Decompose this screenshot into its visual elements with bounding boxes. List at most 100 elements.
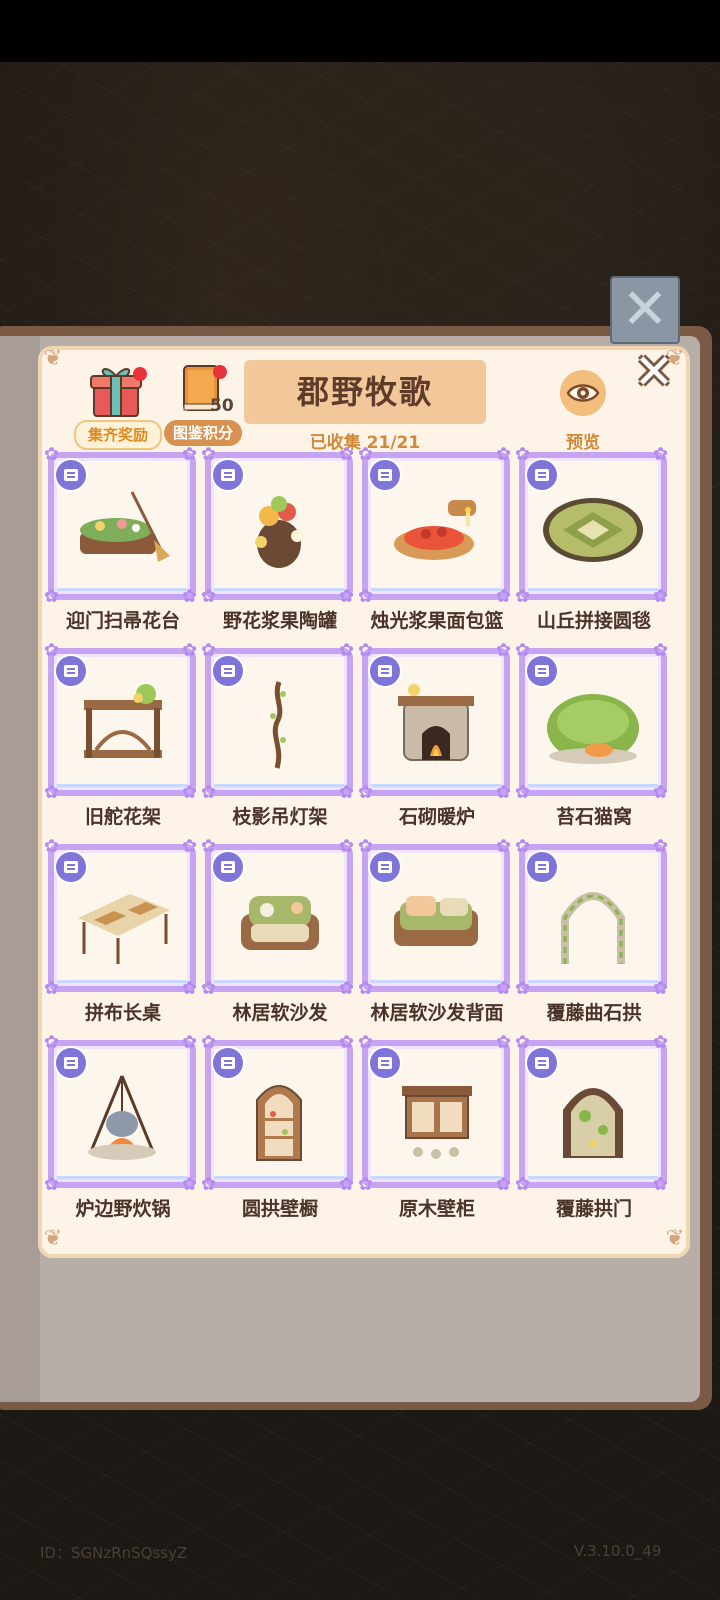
bow-ornament-icon: ✿ [339, 444, 355, 465]
collection-item[interactable]: ✿ ✿ ✿ ✿ 原木壁柜 [358, 1034, 512, 1222]
bow-ornament-icon: ✿ [339, 836, 355, 857]
item-label: 野花浆果陶罐 [222, 610, 337, 632]
collection-item[interactable]: ✿ ✿ ✿ ✿ 拼布长桌 [44, 838, 198, 1026]
bow-ornament-icon: ✿ [201, 978, 217, 999]
bow-ornament-icon: ✿ [182, 1174, 198, 1195]
corner-ornament-icon: ❦ [43, 346, 63, 371]
berry-jar-icon [255, 496, 303, 568]
bow-ornament-icon: ✿ [358, 444, 374, 465]
bow-ornament-icon: ✿ [653, 782, 669, 803]
item-label: 原木壁柜 [398, 1198, 475, 1220]
player-id: ID：SGNzRnSQssyZ [40, 1544, 188, 1562]
collection-item[interactable]: ✿ ✿ ✿ ✿ 圆拱壁橱 [201, 1034, 355, 1222]
bow-ornament-icon: ✿ [44, 836, 60, 857]
bow-ornament-icon: ✿ [653, 444, 669, 465]
collection-points-button[interactable]: 图鉴积分 [164, 420, 242, 446]
collection-item[interactable]: ✿ ✿ ✿ ✿ 覆藤拱门 [515, 1034, 669, 1222]
eye-icon[interactable] [560, 370, 606, 416]
bow-ornament-icon: ✿ [358, 782, 374, 803]
bow-ornament-icon: ✿ [496, 640, 512, 661]
set-title: 郡野牧歌 [244, 360, 486, 424]
collection-points-value: 50 [210, 396, 234, 416]
bow-ornament-icon: ✿ [358, 640, 374, 661]
bow-ornament-icon: ✿ [201, 836, 217, 857]
collect-reward-button[interactable]: 集齐奖励 [74, 420, 162, 450]
bow-ornament-icon: ✿ [339, 782, 355, 803]
collection-item[interactable]: ✿ ✿ ✿ ✿ 野花浆果陶罐 [201, 446, 355, 634]
bow-ornament-icon: ✿ [496, 444, 512, 465]
collection-item[interactable]: ✿ ✿ ✿ ✿ 迎门扫帚花台 [44, 446, 198, 634]
item-label: 枝影吊灯架 [232, 806, 328, 828]
bow-ornament-icon: ✿ [496, 978, 512, 999]
bow-ornament-icon: ✿ [44, 782, 60, 803]
bow-ornament-icon: ✿ [496, 836, 512, 857]
gift-icon[interactable] [88, 362, 150, 420]
moss-cat-bed-icon [547, 694, 639, 764]
collection-item[interactable]: ✿ ✿ ✿ ✿ 苔石猫窝 [515, 642, 669, 830]
bow-ornament-icon: ✿ [182, 836, 198, 857]
bow-ornament-icon: ✿ [653, 1032, 669, 1053]
bow-ornament-icon: ✿ [182, 586, 198, 607]
bow-ornament-icon: ✿ [496, 586, 512, 607]
bow-ornament-icon: ✿ [182, 444, 198, 465]
item-label: 拼布长桌 [84, 1002, 161, 1024]
bow-ornament-icon: ✿ [201, 1032, 217, 1053]
arched-cabinet-icon [256, 1085, 302, 1161]
corner-ornament-icon: ❦ [43, 1226, 63, 1251]
forest-sofa-icon [241, 896, 319, 950]
item-label: 覆藤曲石拱 [546, 1002, 642, 1024]
broom-planter-icon [80, 491, 170, 562]
status-bar [0, 0, 720, 62]
preview-button[interactable]: 预览 [556, 428, 610, 453]
bow-ornament-icon: ✿ [44, 444, 60, 465]
vine-arch-icon [561, 892, 625, 964]
collection-item[interactable]: ✿ ✿ ✿ ✿ 枝影吊灯架 [201, 642, 355, 830]
round-rug-icon [543, 498, 643, 562]
item-label: 圆拱壁橱 [241, 1198, 318, 1220]
close-tab-icon[interactable]: ✕ [610, 276, 680, 344]
corner-ornament-icon: ❦ [665, 1226, 685, 1251]
bow-ornament-icon: ✿ [182, 640, 198, 661]
bow-ornament-icon: ✿ [182, 782, 198, 803]
bow-ornament-icon: ✿ [515, 1032, 531, 1053]
bow-ornament-icon: ✿ [653, 1174, 669, 1195]
bow-ornament-icon: ✿ [339, 978, 355, 999]
bow-ornament-icon: ✿ [44, 1032, 60, 1053]
vine-door-icon [563, 1088, 623, 1158]
sofa-back-icon [394, 896, 478, 946]
bow-ornament-icon: ✿ [182, 978, 198, 999]
bow-ornament-icon: ✿ [339, 1174, 355, 1195]
album-spine [0, 336, 40, 1402]
bow-ornament-icon: ✿ [515, 782, 531, 803]
collection-item[interactable]: ✿ ✿ ✿ ✿ 山丘拼接圆毯 [515, 446, 669, 634]
bow-ornament-icon: ✿ [44, 640, 60, 661]
bow-ornament-icon: ✿ [496, 782, 512, 803]
bow-ornament-icon: ✿ [358, 1174, 374, 1195]
bow-ornament-icon: ✿ [44, 1174, 60, 1195]
flower-shelf-icon [84, 684, 162, 758]
item-label: 苔石猫窝 [555, 806, 632, 828]
collection-item[interactable]: ✿ ✿ ✿ ✿ 炉边野炊锅 [44, 1034, 198, 1222]
bow-ornament-icon: ✿ [339, 640, 355, 661]
collection-item[interactable]: ✿ ✿ ✿ ✿ 烛光浆果面包篮 [358, 446, 512, 634]
bow-ornament-icon: ✿ [515, 836, 531, 857]
collection-item[interactable]: ✿ ✿ ✿ ✿ 林居软沙发 [201, 838, 355, 1026]
bread-basket-icon [394, 500, 476, 560]
bow-ornament-icon: ✿ [515, 444, 531, 465]
bow-ornament-icon: ✿ [496, 1032, 512, 1053]
bow-ornament-icon: ✿ [339, 1032, 355, 1053]
collection-item[interactable]: ✿ ✿ ✿ ✿ 旧舵花架 [44, 642, 198, 830]
bow-ornament-icon: ✿ [515, 586, 531, 607]
collection-item[interactable]: ✿ ✿ ✿ ✿ 覆藤曲石拱 [515, 838, 669, 1026]
bow-ornament-icon: ✿ [653, 836, 669, 857]
bow-ornament-icon: ✿ [201, 782, 217, 803]
collection-item[interactable]: ✿ ✿ ✿ ✿ 林居软沙发背面 [358, 838, 512, 1026]
bow-ornament-icon: ✿ [44, 586, 60, 607]
bow-ornament-icon: ✿ [515, 1174, 531, 1195]
bow-ornament-icon: ✿ [201, 1174, 217, 1195]
close-button[interactable]: ✕ [630, 348, 678, 396]
bow-ornament-icon: ✿ [653, 586, 669, 607]
bow-ornament-icon: ✿ [515, 640, 531, 661]
item-label: 烛光浆果面包篮 [370, 610, 504, 632]
collection-item[interactable]: ✿ ✿ ✿ ✿ 石砌暖炉 [358, 642, 512, 830]
